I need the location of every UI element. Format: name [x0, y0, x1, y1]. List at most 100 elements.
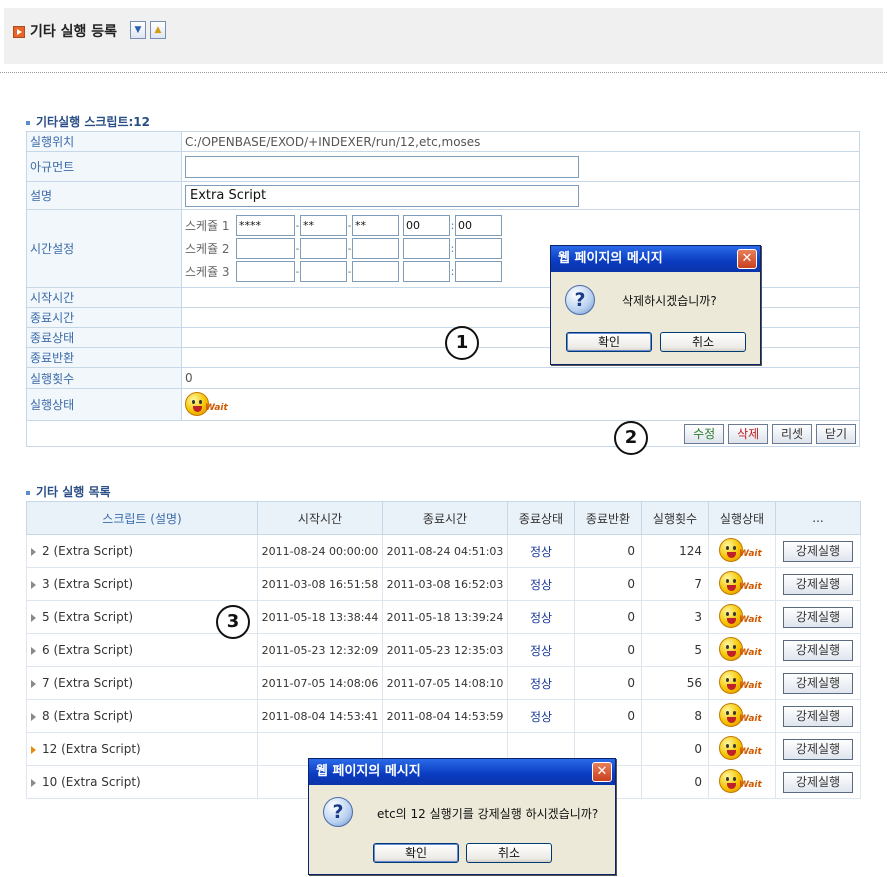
- schedule-day-input[interactable]: [352, 261, 399, 282]
- schedule-day-input[interactable]: **: [352, 215, 399, 236]
- divider: [0, 72, 887, 73]
- form-section-title: 기타실행 스크립트:12: [26, 113, 150, 130]
- end-time: 2011-07-05 14:08:10: [382, 666, 508, 700]
- arrow-right-icon: [13, 26, 25, 38]
- question-icon: ?: [323, 797, 353, 827]
- column-header: ...: [775, 501, 861, 535]
- run-count: 0: [641, 732, 709, 766]
- script-name[interactable]: 2 (Extra Script): [42, 544, 133, 558]
- page-title: 기타 실행 등록: [30, 24, 118, 40]
- force-run-button[interactable]: 강제실행: [783, 606, 853, 628]
- schedule-day-input[interactable]: [352, 238, 399, 259]
- marker-1: 1: [445, 326, 479, 360]
- dialog-title-bar: 웹 페이지의 메시지 ✕: [309, 759, 615, 785]
- expand-icon[interactable]: ▲: [150, 21, 166, 39]
- end-return: 0: [574, 534, 642, 568]
- schedule-hour-input[interactable]: [403, 238, 450, 259]
- wait-icon: Wait: [719, 769, 765, 795]
- column-header: 종료상태: [507, 501, 575, 535]
- ok-button[interactable]: 확인: [566, 332, 652, 352]
- close-icon[interactable]: ✕: [592, 762, 612, 782]
- argument-input[interactable]: [185, 155, 579, 178]
- script-name[interactable]: 7 (Extra Script): [42, 676, 133, 690]
- form-section-title-text: 기타실행 스크립트:12: [36, 115, 150, 129]
- marker-3: 3: [216, 605, 250, 639]
- schedule-minute-input[interactable]: 00: [455, 215, 502, 236]
- schedule-month-input[interactable]: **: [300, 215, 347, 236]
- question-icon: ?: [565, 285, 595, 315]
- run-count: 0: [641, 765, 709, 799]
- schedule-minute-input[interactable]: [455, 261, 502, 282]
- list-section-title: 기타 실행 목록: [26, 483, 111, 500]
- edit-button[interactable]: 수정: [684, 423, 725, 444]
- schedule-minute-input[interactable]: [455, 238, 502, 259]
- force-run-button[interactable]: 강제실행: [783, 573, 853, 595]
- schedule-row-1: 스케쥴 1 **** - ** - ** 00 : 00: [185, 214, 859, 237]
- script-name[interactable]: 10 (Extra Script): [42, 775, 141, 789]
- schedule-month-input[interactable]: [300, 238, 347, 259]
- script-name[interactable]: 3 (Extra Script): [42, 577, 133, 591]
- end-status: 정상: [507, 633, 575, 667]
- dialog-title: 웹 페이지의 메시지: [558, 251, 663, 266]
- cancel-button[interactable]: 취소: [660, 332, 746, 352]
- script-name[interactable]: 8 (Extra Script): [42, 709, 133, 723]
- ok-button[interactable]: 확인: [373, 843, 459, 863]
- schedule-hour-input[interactable]: 00: [403, 215, 450, 236]
- table-row[interactable]: 5 (Extra Script) 2011-05-18 13:38:44 201…: [26, 600, 861, 634]
- script-name[interactable]: 5 (Extra Script): [42, 610, 133, 624]
- dialog-message: 삭제하시겠습니까?: [622, 294, 717, 308]
- schedule-year-input[interactable]: [236, 261, 295, 282]
- end-time: 2011-03-08 16:52:03: [382, 567, 508, 601]
- table-row[interactable]: 3 (Extra Script) 2011-03-08 16:51:58 201…: [26, 567, 861, 601]
- reset-button[interactable]: 리셋: [771, 423, 813, 444]
- schedule-year-input[interactable]: ****: [236, 215, 295, 236]
- table-row[interactable]: 7 (Extra Script) 2011-07-05 14:08:06 201…: [26, 666, 861, 700]
- run-count: 124: [641, 534, 709, 568]
- close-icon[interactable]: ✕: [737, 249, 757, 269]
- collapse-icon[interactable]: ▼: [130, 21, 146, 39]
- wait-label: Wait: [739, 780, 762, 790]
- dialog-message: etc의 12 실행기를 강제실행 하시겠습니까?: [377, 807, 599, 821]
- force-run-button[interactable]: 강제실행: [783, 672, 853, 694]
- page-header: 기타 실행 등록 ▼ ▲: [4, 8, 883, 64]
- wait-icon: Wait: [719, 670, 765, 696]
- wait-label: Wait: [739, 582, 762, 592]
- close-button[interactable]: 닫기: [815, 423, 856, 444]
- table-row[interactable]: 8 (Extra Script) 2011-08-04 14:53:41 201…: [26, 699, 861, 733]
- table-row[interactable]: 2 (Extra Script) 2011-08-24 00:00:00 201…: [26, 534, 861, 568]
- wait-label: Wait: [739, 681, 762, 691]
- schedule-year-input[interactable]: [236, 238, 295, 259]
- description-input[interactable]: Extra Script: [185, 184, 579, 207]
- wait-label: Wait: [739, 747, 762, 757]
- triangle-right-icon: [31, 679, 36, 688]
- triangle-right-icon: [31, 712, 36, 721]
- end-status: 정상: [507, 600, 575, 634]
- marker-2: 2: [614, 421, 648, 455]
- delete-button[interactable]: 삭제: [728, 423, 769, 444]
- wait-icon: Wait: [719, 604, 765, 630]
- force-run-button[interactable]: 강제실행: [783, 771, 853, 793]
- column-header: 실행횟수: [641, 501, 709, 535]
- cancel-button[interactable]: 취소: [466, 843, 552, 863]
- force-run-button[interactable]: 강제실행: [783, 540, 853, 562]
- force-run-button[interactable]: 강제실행: [783, 738, 853, 760]
- location-value: C:/OPENBASE/EXOD/+INDEXER/run/12,etc,mos…: [181, 131, 860, 152]
- bullet-icon: [26, 120, 30, 125]
- script-name[interactable]: 12 (Extra Script): [42, 742, 141, 756]
- schedule-hour-input[interactable]: [403, 261, 450, 282]
- run-count: 7: [641, 567, 709, 601]
- wait-icon: Wait: [719, 703, 765, 729]
- triangle-right-icon: [31, 778, 36, 787]
- run-count: 5: [641, 633, 709, 667]
- start-time-label: 시작시간: [26, 287, 182, 308]
- force-run-button[interactable]: 강제실행: [783, 705, 853, 727]
- end-time: 2011-08-04 14:53:59: [382, 699, 508, 733]
- run-count-value: 0: [181, 367, 860, 389]
- end-status: 정상: [507, 534, 575, 568]
- table-row[interactable]: 6 (Extra Script) 2011-05-23 12:32:09 201…: [26, 633, 861, 667]
- start-time: 2011-08-24 00:00:00: [257, 534, 383, 568]
- force-run-button[interactable]: 강제실행: [783, 639, 853, 661]
- schedule-month-input[interactable]: [300, 261, 347, 282]
- wait-icon: Wait: [719, 571, 765, 597]
- script-name[interactable]: 6 (Extra Script): [42, 643, 133, 657]
